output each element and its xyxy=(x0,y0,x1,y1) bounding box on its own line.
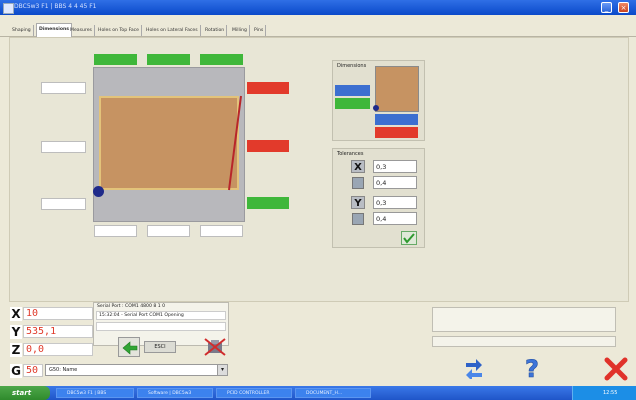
top-edge-indicator-1[interactable] xyxy=(94,54,137,65)
z-coord-display: 0,0 xyxy=(23,343,93,356)
top-edge-indicator-3[interactable] xyxy=(200,54,243,65)
chevron-down-icon[interactable]: ▾ xyxy=(217,365,227,375)
g-code-display: 50 xyxy=(23,364,43,377)
tab-pins[interactable]: Pins xyxy=(252,25,267,36)
dimensions-thumbnail xyxy=(375,66,419,112)
x-coord-label: X xyxy=(10,307,22,321)
window-close-button[interactable]: × xyxy=(618,2,629,13)
bottom-dimension-field-1[interactable] xyxy=(94,225,137,237)
serial-log-empty xyxy=(96,322,226,331)
serial-port-header: Serial Port : COM1 4800 8 1 0 xyxy=(97,304,166,309)
tab-measures[interactable]: Measures xyxy=(68,25,95,36)
tab-strip: Shaping Dimensions Measures Holes on Top… xyxy=(0,23,636,37)
x-minus-tolerance-field[interactable]: 0,4 xyxy=(373,176,417,189)
tolerances-panel-title: Tolerances xyxy=(337,151,364,157)
y-axis-tile: Y xyxy=(351,196,365,209)
right-edge-indicator-3[interactable] xyxy=(247,197,289,209)
system-tray: 12:55 xyxy=(572,386,636,400)
status-display-1 xyxy=(432,307,616,332)
machine-disabled-button[interactable] xyxy=(203,337,227,357)
dim-indicator-green[interactable] xyxy=(335,98,370,109)
tab-holes-lateral-faces[interactable]: Holes on Lateral Faces xyxy=(144,25,201,36)
y-coord-display: 535,1 xyxy=(23,325,93,338)
status-display-2 xyxy=(432,336,616,347)
close-icon xyxy=(604,357,628,381)
z-coord-label: Z xyxy=(10,343,22,357)
top-edge-indicator-2[interactable] xyxy=(147,54,190,65)
x-minus-tile xyxy=(352,177,364,189)
taskbar-item-3[interactable]: PCID CONTROLLER xyxy=(216,388,292,398)
help-button[interactable]: ? xyxy=(520,355,546,384)
left-dimension-field-3[interactable] xyxy=(41,198,86,210)
y-plus-tolerance-field[interactable]: 0,3 xyxy=(373,196,417,209)
right-edge-indicator-2[interactable] xyxy=(247,140,289,152)
serial-log-line: 15:32:04 - Serial Port COM1 Opening xyxy=(96,311,226,320)
refresh-icon xyxy=(466,359,482,381)
tray-clock: 12:55 xyxy=(603,390,618,396)
machine-off-icon xyxy=(204,338,226,356)
dimensions-panel-title: Dimensions xyxy=(337,63,367,69)
taskbar-item-1[interactable]: DBC5w3 F1 | BBS xyxy=(56,388,134,398)
check-icon xyxy=(403,233,415,244)
left-dimension-field-2[interactable] xyxy=(41,141,86,153)
y-minus-tolerance-field[interactable]: 0,4 xyxy=(373,212,417,225)
dimensions-panel: Dimensions xyxy=(332,60,425,141)
left-arrow-icon xyxy=(122,341,138,355)
taskbar-item-4[interactable]: DOCUMENT_H... xyxy=(295,388,371,398)
left-dimension-field-1[interactable] xyxy=(41,82,86,94)
tab-shaping[interactable]: Shaping xyxy=(10,25,34,36)
g-code-select-value: G50: Name xyxy=(49,367,78,373)
minimize-button[interactable]: _ xyxy=(601,2,612,13)
start-button[interactable]: start xyxy=(0,386,50,400)
right-edge-indicator-1[interactable] xyxy=(247,82,289,94)
tab-rotation[interactable]: Rotation xyxy=(203,25,228,36)
dim-indicator-red[interactable] xyxy=(375,127,418,138)
g-code-select[interactable]: G50: Name ▾ xyxy=(45,364,228,376)
bottom-dimension-field-3[interactable] xyxy=(200,225,243,237)
bottom-dimension-field-2[interactable] xyxy=(147,225,190,237)
plate-preview xyxy=(99,96,239,190)
x-plus-tolerance-field[interactable]: 0,3 xyxy=(373,160,417,173)
g-code-label: G xyxy=(10,364,22,378)
tab-holes-top-face[interactable]: Holes on Top Face xyxy=(96,25,143,36)
tab-milling[interactable]: Milling xyxy=(230,25,250,36)
confirm-button[interactable] xyxy=(401,231,417,245)
y-minus-tile xyxy=(352,213,364,225)
dim-origin-marker xyxy=(373,105,379,111)
window-titlebar: DBC5w3 F1 | BBS 4 4 45 F1 _ × xyxy=(0,0,636,15)
refresh-button[interactable] xyxy=(462,357,486,381)
origin-marker xyxy=(93,186,104,197)
tab-dimensions[interactable]: Dimensions xyxy=(36,23,73,37)
question-icon: ? xyxy=(525,355,540,384)
exit-button[interactable] xyxy=(604,357,628,381)
edge-skew-line xyxy=(228,95,242,191)
status-button[interactable]: ESCI xyxy=(144,341,176,353)
taskbar-item-2[interactable]: Software | DBC5w3 xyxy=(137,388,213,398)
y-coord-label: Y xyxy=(10,325,22,339)
dim-indicator-blue-2[interactable] xyxy=(375,114,418,125)
tolerances-panel: Tolerances X 0,3 0,4 Y 0,3 0,4 xyxy=(332,148,425,248)
dim-indicator-blue[interactable] xyxy=(335,85,370,96)
back-button[interactable] xyxy=(118,337,140,357)
svg-text:?: ? xyxy=(525,355,539,380)
x-coord-display: 10 xyxy=(23,307,93,320)
x-axis-tile: X xyxy=(351,160,365,173)
window-title: DBC5w3 F1 | BBS 4 4 45 F1 xyxy=(14,3,97,10)
app-icon xyxy=(3,3,14,14)
